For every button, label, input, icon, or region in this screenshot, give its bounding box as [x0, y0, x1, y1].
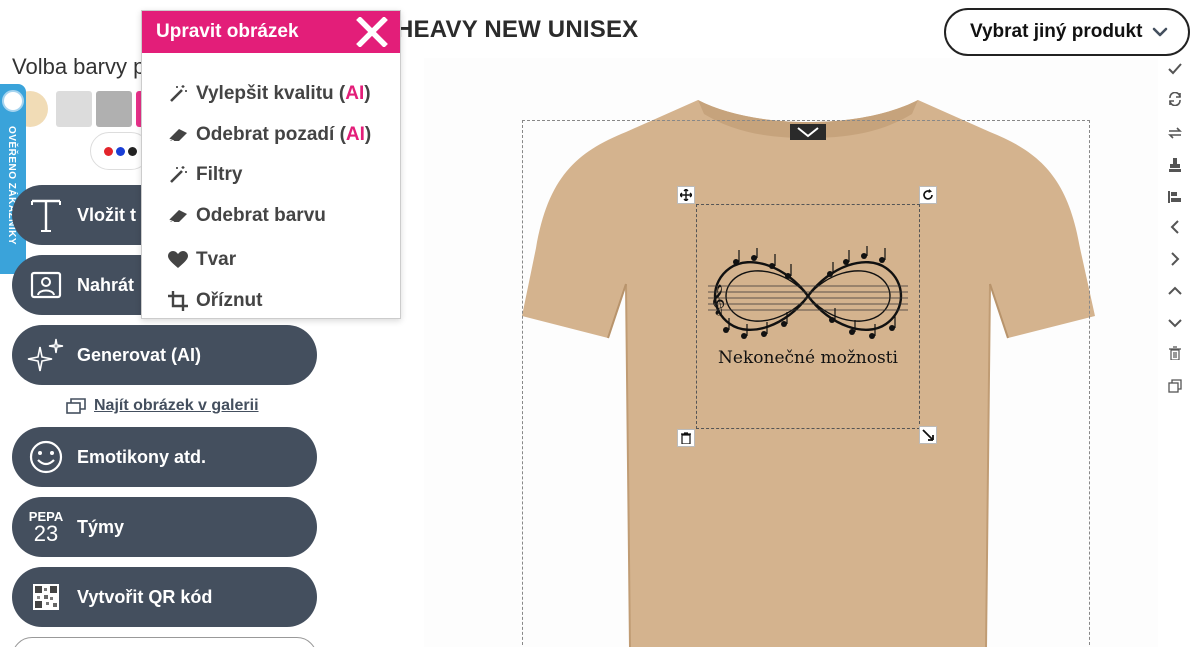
eraser-icon	[166, 205, 190, 227]
teams-icon-number: 23	[33, 520, 59, 546]
menu-enhance-end: )	[364, 83, 371, 104]
emoji-button[interactable]: Emotikony atd.	[12, 427, 317, 487]
menu-enhance-ai: AI	[345, 83, 365, 104]
check-icon[interactable]	[1166, 60, 1184, 78]
design-caption: Nekonečné možnosti	[718, 348, 898, 368]
choose-product-button[interactable]: Vybrat jiný produkt	[944, 8, 1190, 56]
menu-remove-color-label: Odebrat barvu	[196, 205, 326, 226]
black-dot-icon	[127, 146, 137, 156]
teams-button[interactable]: PEPA 23 Týmy	[12, 497, 317, 557]
menu-crop-label: Oříznut	[196, 290, 263, 311]
menu-remove-color[interactable]: Odebrat barvu	[166, 205, 326, 227]
emoji-label: Emotikony atd.	[77, 446, 207, 467]
refresh-icon[interactable]	[1166, 90, 1184, 108]
menu-shape[interactable]: Tvar	[166, 249, 236, 271]
eraser-icon	[166, 124, 190, 146]
create-qr-button[interactable]: Vytvořit QR kód	[12, 567, 317, 627]
delete-handle-icon[interactable]	[677, 429, 695, 447]
designer-root: HEAVY NEW UNISEX Vybrat jiný produkt Vol…	[0, 0, 1200, 647]
generate-ai-button[interactable]: Generovat (AI)	[12, 325, 317, 385]
generate-ai-label: Generovat (AI)	[77, 344, 202, 365]
align-icon[interactable]	[1166, 188, 1184, 206]
close-icon[interactable]	[356, 17, 388, 47]
upload-image-label: Nahrát	[77, 274, 135, 295]
more-tools-button[interactable]	[12, 637, 317, 647]
teams-jersey-icon: PEPA 23	[24, 507, 68, 547]
swap-icon[interactable]	[1166, 124, 1184, 142]
stamp-icon[interactable]	[1166, 156, 1184, 174]
menu-filters[interactable]: Filtry	[166, 164, 242, 186]
insert-text-label: Vložit t	[77, 204, 136, 225]
edit-image-popup: Upravit obrázek Vylepšit kvalitu (AI) Od…	[141, 10, 401, 319]
upload-portrait-icon	[24, 265, 68, 305]
create-qr-label: Vytvořit QR kód	[77, 586, 213, 607]
menu-enhance-label: Vylepšit kvalitu (	[196, 83, 346, 104]
trash-icon[interactable]	[1166, 344, 1184, 362]
menu-remove-background-label: Odebrat pozadí (	[196, 124, 346, 145]
gallery-link[interactable]: Najít obrázek v galerii	[66, 397, 259, 415]
menu-remove-background-ai: AI	[345, 124, 365, 145]
teams-label: Týmy	[77, 516, 125, 537]
chevron-up-icon[interactable]	[1166, 282, 1184, 300]
verified-logo-icon	[2, 90, 24, 112]
sparkles-icon	[24, 335, 68, 375]
qr-code-icon	[24, 577, 68, 617]
menu-remove-background[interactable]: Odebrat pozadí (AI)	[166, 124, 371, 146]
move-handle-icon[interactable]	[677, 186, 695, 204]
gallery-icon	[66, 398, 86, 414]
choose-product-label: Vybrat jiný produkt	[970, 21, 1143, 42]
svg-text:𝄞: 𝄞	[710, 284, 725, 316]
red-dot-icon	[103, 146, 113, 156]
color-swatch-gray[interactable]	[96, 91, 132, 127]
verified-customers-badge[interactable]: OVĚŘENO ZÁKAZNÍKY	[0, 84, 26, 274]
color-swatch-light-gray[interactable]	[56, 91, 92, 127]
color-label: Volba barvy p	[12, 54, 146, 79]
edit-image-popup-title: Upravit obrázek	[156, 21, 299, 42]
duplicate-icon[interactable]	[1166, 377, 1184, 395]
infinity-music-art: 𝄞	[708, 246, 908, 339]
magic-wand-icon	[166, 83, 190, 105]
chevron-down-icon	[1152, 27, 1168, 37]
rotate-handle-icon[interactable]	[919, 186, 937, 204]
menu-remove-background-end: )	[364, 124, 372, 145]
chevron-right-icon[interactable]	[1166, 250, 1184, 268]
edit-image-popup-header: Upravit obrázek	[142, 11, 400, 53]
crop-icon	[166, 290, 190, 312]
magic-wand-icon	[166, 164, 190, 186]
menu-filters-label: Filtry	[196, 164, 243, 185]
menu-enhance-quality[interactable]: Vylepšit kvalitu (AI)	[166, 83, 371, 105]
menu-shape-label: Tvar	[196, 249, 237, 270]
heart-icon	[166, 249, 190, 271]
text-icon	[24, 195, 68, 235]
chevron-down-icon[interactable]	[1166, 314, 1184, 332]
blue-dot-icon	[115, 146, 125, 156]
chevron-left-icon[interactable]	[1166, 218, 1184, 236]
scale-handle-icon[interactable]	[919, 426, 937, 444]
smiley-icon	[24, 437, 68, 477]
menu-crop[interactable]: Oříznut	[166, 290, 263, 312]
product-title: HEAVY NEW UNISEX	[396, 16, 639, 43]
gallery-link-label: Najít obrázek v galerii	[94, 397, 259, 414]
